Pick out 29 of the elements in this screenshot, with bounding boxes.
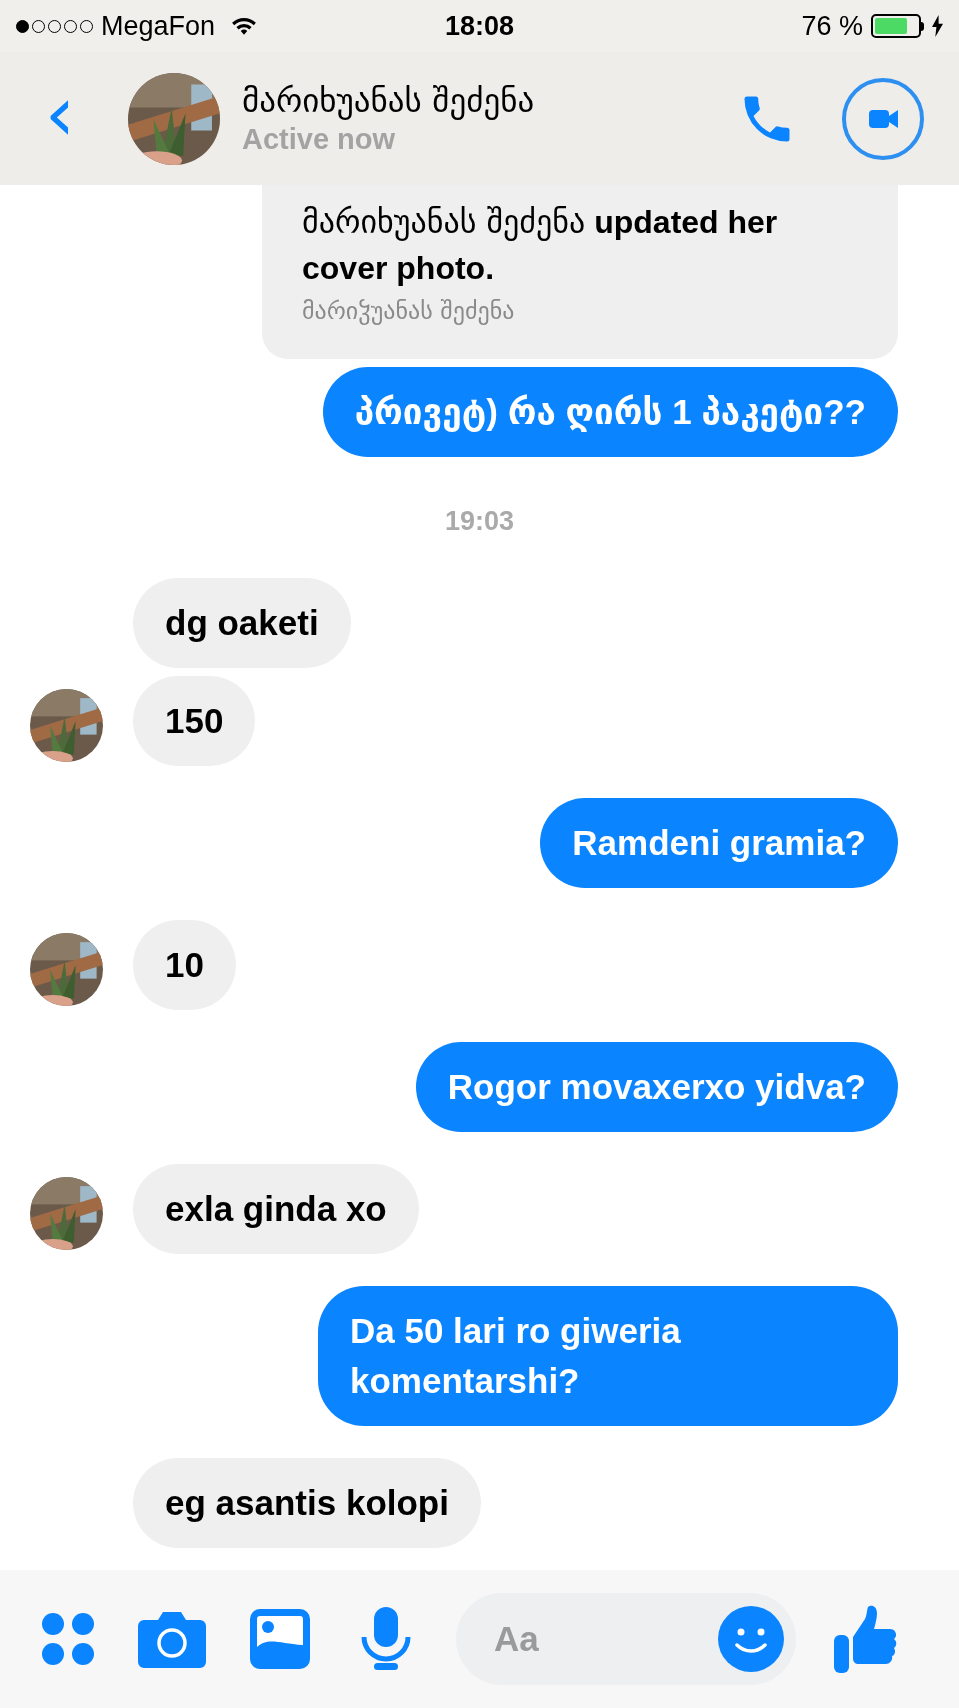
camera-icon[interactable] (138, 1610, 206, 1668)
wifi-icon (231, 16, 258, 36)
clock: 18:08 (443, 9, 516, 43)
sent-message: პრივეტ) რა ღირს 1 პაკეტი?? (322, 367, 898, 457)
sent-message: Ramdeni gramia? (540, 797, 898, 888)
battery-icon (871, 14, 924, 38)
shared-post-card[interactable]: მარიხუანას შეძენა updated her cover photo. მარიჴუანას შეძენა (262, 185, 898, 359)
image-icon[interactable] (250, 1609, 310, 1669)
received-message: 150 (133, 675, 256, 766)
active-status: Active now (242, 122, 397, 157)
thumbs-up-icon[interactable] (834, 1605, 898, 1673)
post-source: მარიჴუანას შეძენა (302, 296, 516, 327)
received-message: exla ginda xo (133, 1163, 419, 1254)
microphone-icon[interactable] (360, 1607, 412, 1671)
more-apps-icon[interactable] (40, 1611, 96, 1667)
carrier-name: MegaFon (101, 9, 216, 43)
received-message: eg asantis kolopi (133, 1457, 481, 1548)
contact-name: მარიხუანას შეძენა (242, 79, 536, 121)
message-field[interactable]: Aa (456, 1593, 796, 1685)
received-message: dg oaketi (133, 577, 351, 668)
battery-percentage: 76 % (801, 9, 863, 43)
video-call-icon[interactable] (841, 76, 925, 161)
timestamp: 19:03 (443, 505, 516, 538)
received-message: 10 (133, 919, 236, 1010)
sent-message: Da 50 lari ro giweria komentarshi? (318, 1285, 898, 1426)
sent-message: Rogor movaxerxo yidva? (415, 1041, 898, 1132)
message-input[interactable]: Aa (494, 1612, 718, 1666)
post-update-text: მარიხუანას შეძენა updated her cover photo. (302, 202, 779, 288)
emoji-icon[interactable] (718, 1606, 784, 1672)
